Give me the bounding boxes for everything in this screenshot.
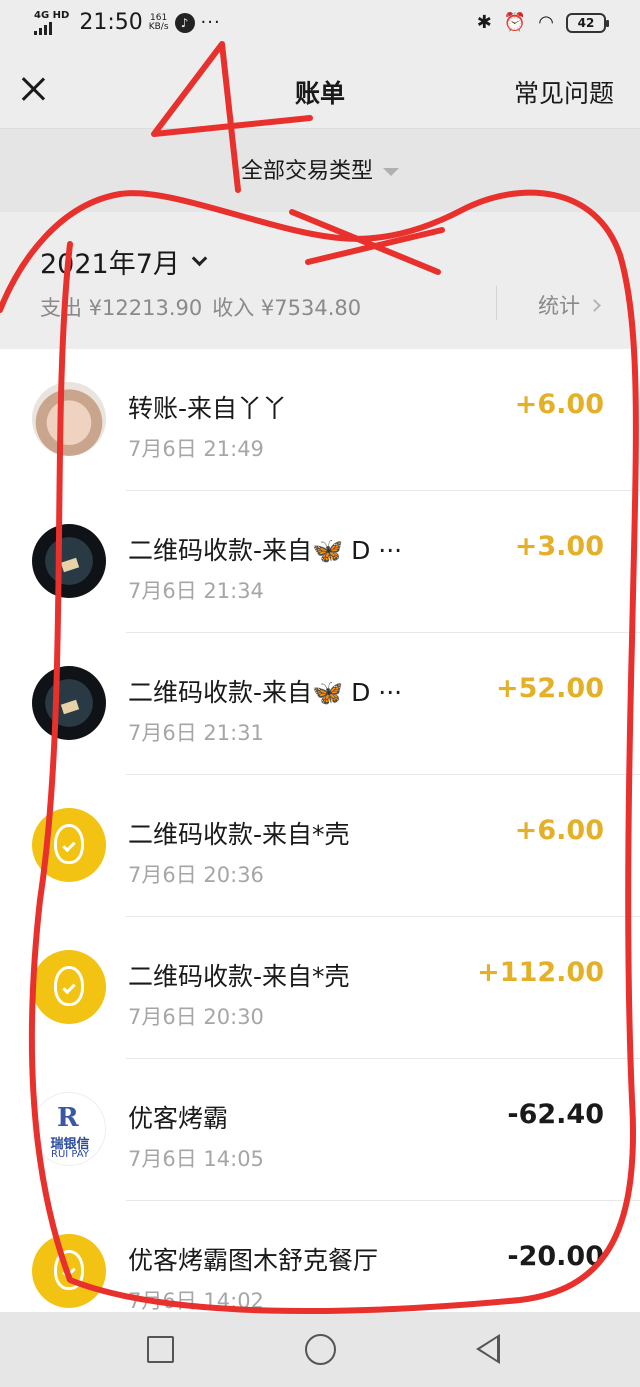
faq-link[interactable]: 常见问题 xyxy=(514,74,614,110)
transaction-title: 二维码收款-来自🦋 D ··· xyxy=(128,678,403,707)
close-icon[interactable] xyxy=(20,76,46,102)
income-total: 收入 ¥7534.80 xyxy=(212,296,362,320)
music-icon: ♪ xyxy=(174,12,195,33)
bluetooth-icon: ✱ xyxy=(476,12,492,33)
stats-link[interactable]: 统计 xyxy=(538,290,601,320)
transaction-title: 二维码收款-来自🦋 D ··· xyxy=(128,536,403,565)
stats-label: 统计 xyxy=(538,294,580,318)
transaction-title: 二维码收款-来自*壳 xyxy=(128,820,350,849)
speed-unit: KB/s xyxy=(148,21,169,32)
network-type: 4G HD xyxy=(34,9,70,21)
transaction-row[interactable]: 优客烤霸图木舒克餐厅 7月6日 14:02 -20.00 xyxy=(0,1201,640,1312)
transaction-amount: -62.40 xyxy=(507,1099,604,1130)
transaction-amount: +112.00 xyxy=(477,957,604,988)
transaction-amount: +6.00 xyxy=(514,389,604,420)
app-header: 账单 常见问题 xyxy=(0,50,640,128)
user-avatar-dark xyxy=(32,524,106,598)
battery-icon: 42 xyxy=(566,12,609,33)
transaction-list: 转账-来自丫丫 7月6日 21:49 +6.00 二维码收款-来自🦋 D ···… xyxy=(0,349,640,1312)
pay-logo-sub: RUI PAY xyxy=(51,1149,89,1160)
transaction-time: 7月6日 20:30 xyxy=(128,1005,264,1029)
transaction-title: 转账-来自丫丫 xyxy=(128,394,288,423)
money-bag-icon xyxy=(32,808,106,882)
divider xyxy=(496,286,497,320)
transaction-time: 7月6日 21:31 xyxy=(128,721,264,745)
filter-label: 全部交易类型 xyxy=(240,159,373,184)
transaction-type-filter[interactable]: 全部交易类型 xyxy=(0,153,640,185)
transaction-amount: +6.00 xyxy=(514,815,604,846)
home-nav-icon[interactable] xyxy=(305,1334,336,1365)
chevron-down-icon xyxy=(191,250,208,267)
status-right: ✱ ⏰ ◠ 42 xyxy=(476,12,609,33)
more-notifications: ··· xyxy=(200,12,221,33)
transaction-row[interactable]: R 瑞银信 RUI PAY 优客烤霸 7月6日 14:05 -62.40 xyxy=(0,1059,640,1201)
transaction-time: 7月6日 21:34 xyxy=(128,579,264,603)
alarm-icon: ⏰ xyxy=(503,12,527,33)
transaction-title: 优客烤霸图木舒克餐厅 xyxy=(128,1246,379,1275)
status-left: 4G HD 21:50 161 KB/s ♪ ··· xyxy=(34,10,221,35)
money-bag-icon xyxy=(32,1234,106,1308)
chevron-right-icon xyxy=(588,298,601,312)
ruiyinxin-pay-logo: R 瑞银信 RUI PAY xyxy=(32,1092,106,1166)
month-selector[interactable]: 2021年7月 xyxy=(40,242,208,281)
money-bag-icon xyxy=(32,950,106,1024)
network-speed: 161 KB/s xyxy=(148,13,169,32)
transaction-time: 7月6日 14:02 xyxy=(128,1289,264,1312)
transaction-time: 7月6日 14:05 xyxy=(128,1147,264,1171)
pay-logo-mark: R xyxy=(57,1103,79,1133)
transaction-time: 7月6日 20:36 xyxy=(128,863,264,887)
transaction-row[interactable]: 二维码收款-来自*壳 7月6日 20:30 +112.00 xyxy=(0,917,640,1059)
wifi-icon: ◠ xyxy=(538,12,554,33)
signal-icon xyxy=(34,21,69,35)
transaction-amount: +52.00 xyxy=(495,673,604,704)
expense-total: 支出 ¥12213.90 xyxy=(40,296,203,320)
navigation-bar xyxy=(0,1312,640,1387)
transaction-row[interactable]: 二维码收款-来自🦋 D ··· 7月6日 21:34 +3.00 xyxy=(0,491,640,633)
caret-down-icon xyxy=(383,168,399,176)
network-indicator: 4G HD xyxy=(34,9,70,35)
transaction-time: 7月6日 21:49 xyxy=(128,437,264,461)
clock: 21:50 xyxy=(79,10,143,35)
transaction-amount: +3.00 xyxy=(514,531,604,562)
transaction-row[interactable]: 二维码收款-来自*壳 7月6日 20:36 +6.00 xyxy=(0,775,640,917)
transaction-row[interactable]: 二维码收款-来自🦋 D ··· 7月6日 21:31 +52.00 xyxy=(0,633,640,775)
filter-bar: 全部交易类型 xyxy=(0,128,640,212)
status-bar: 4G HD 21:50 161 KB/s ♪ ··· ✱ ⏰ ◠ 42 xyxy=(0,0,640,50)
transaction-title: 二维码收款-来自*壳 xyxy=(128,962,350,991)
user-avatar-dark xyxy=(32,666,106,740)
back-nav-icon[interactable] xyxy=(476,1334,500,1364)
square-nav-icon[interactable] xyxy=(147,1336,174,1363)
month-totals: 支出 ¥12213.90 收入 ¥7534.80 xyxy=(40,292,361,322)
transaction-title: 优客烤霸 xyxy=(128,1104,229,1133)
month-label: 2021年7月 xyxy=(40,249,180,280)
transaction-row[interactable]: 转账-来自丫丫 7月6日 21:49 +6.00 xyxy=(0,349,640,491)
month-summary: 2021年7月 支出 ¥12213.90 收入 ¥7534.80 统计 xyxy=(0,212,640,349)
user-avatar-photo xyxy=(32,382,106,456)
transaction-amount: -20.00 xyxy=(507,1241,604,1272)
